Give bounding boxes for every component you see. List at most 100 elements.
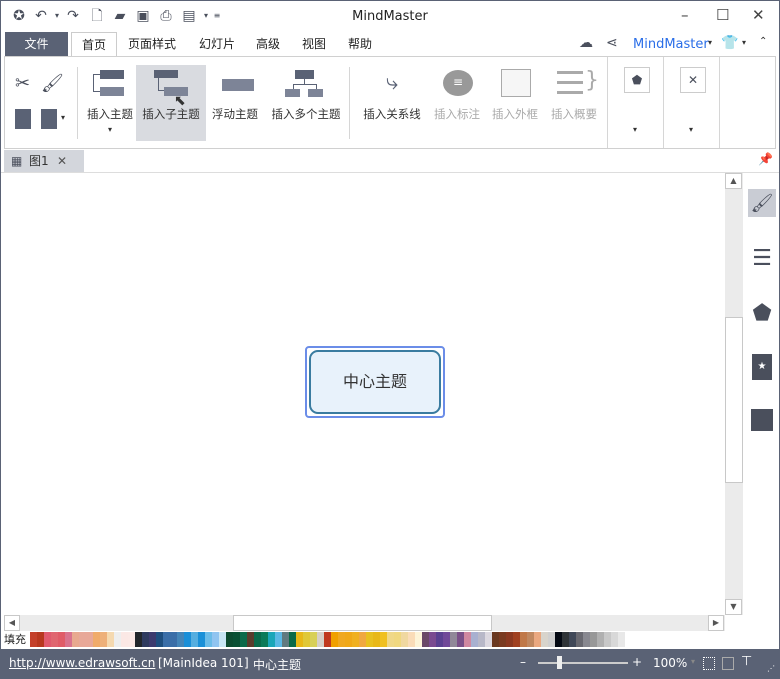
color-swatch[interactable] (520, 632, 527, 647)
color-swatch[interactable] (457, 632, 464, 647)
color-swatch[interactable] (177, 632, 184, 647)
color-swatch[interactable] (324, 632, 331, 647)
color-swatch[interactable] (135, 632, 142, 647)
color-swatch[interactable] (366, 632, 373, 647)
fit-page-icon[interactable] (703, 657, 715, 670)
presentation-icon[interactable]: ⊤ (741, 654, 752, 669)
theme-shirt-icon[interactable]: 👕 (721, 35, 738, 51)
color-swatch[interactable] (170, 632, 177, 647)
account-menu[interactable]: MindMaster (633, 37, 709, 52)
color-swatch[interactable] (226, 632, 233, 647)
color-swatch[interactable] (289, 632, 296, 647)
color-swatch[interactable] (436, 632, 443, 647)
color-swatch[interactable] (359, 632, 366, 647)
color-swatch[interactable] (51, 632, 58, 647)
color-swatch[interactable] (534, 632, 541, 647)
color-swatch[interactable] (422, 632, 429, 647)
color-swatch[interactable] (429, 632, 436, 647)
color-swatch[interactable] (156, 632, 163, 647)
color-swatch[interactable] (597, 632, 604, 647)
color-swatch[interactable] (163, 632, 170, 647)
color-swatch[interactable] (317, 632, 324, 647)
color-swatch[interactable] (604, 632, 611, 647)
minimize-button[interactable]: – (681, 6, 689, 24)
color-swatch[interactable] (415, 632, 422, 647)
color-swatch[interactable] (478, 632, 485, 647)
color-swatch[interactable] (254, 632, 261, 647)
layout-dropdown-icon[interactable]: ▾ (689, 125, 693, 134)
cloud-icon[interactable]: ☁ (579, 35, 593, 51)
horizontal-scrollbar[interactable]: ◀ ▶ (4, 615, 725, 631)
zoom-level[interactable]: 100% (653, 656, 687, 670)
color-swatch[interactable] (541, 632, 548, 647)
color-swatch[interactable] (261, 632, 268, 647)
scroll-down-button[interactable]: ▼ (725, 599, 742, 615)
collapse-ribbon-icon[interactable]: ⌃ (759, 36, 767, 47)
color-swatch[interactable] (373, 632, 380, 647)
color-swatch[interactable] (128, 632, 135, 647)
zoom-slider-track[interactable] (538, 662, 628, 664)
close-button[interactable]: ✕ (752, 6, 765, 24)
tab-view[interactable]: 视图 (295, 32, 333, 56)
paste-dropdown-icon[interactable]: ▾ (61, 113, 65, 122)
color-swatch[interactable] (387, 632, 394, 647)
color-swatch[interactable] (37, 632, 44, 647)
vertical-scrollbar[interactable]: ▲ ▼ (725, 173, 743, 615)
copy-icon[interactable] (15, 109, 31, 129)
color-swatch[interactable] (121, 632, 128, 647)
color-swatch[interactable] (590, 632, 597, 647)
close-tab-icon[interactable]: ✕ (57, 150, 67, 172)
color-swatch[interactable] (30, 632, 37, 647)
color-swatch[interactable] (114, 632, 121, 647)
cut-icon[interactable]: ✂ (15, 73, 30, 94)
document-tab[interactable]: ▦ 图1 ✕ (4, 150, 84, 172)
scroll-right-button[interactable]: ▶ (708, 615, 724, 631)
tab-page-style[interactable]: 页面样式 (121, 32, 183, 56)
vertical-scroll-thumb[interactable] (725, 317, 743, 483)
color-swatch[interactable] (107, 632, 114, 647)
website-link[interactable]: http://www.edrawsoft.cn (9, 656, 155, 670)
color-swatch[interactable] (303, 632, 310, 647)
color-swatch[interactable] (240, 632, 247, 647)
insert-summary-button[interactable]: } 插入概要 (545, 65, 603, 140)
color-swatch[interactable] (86, 632, 93, 647)
clipart-dropdown-icon[interactable]: ▾ (633, 125, 637, 134)
maximize-button[interactable]: ☐ (716, 6, 729, 24)
scroll-up-button[interactable]: ▲ (725, 173, 742, 189)
color-swatch[interactable] (583, 632, 590, 647)
color-swatch[interactable] (331, 632, 338, 647)
color-swatch[interactable] (394, 632, 401, 647)
color-swatch[interactable] (100, 632, 107, 647)
color-swatch[interactable] (352, 632, 359, 647)
color-swatch[interactable] (618, 632, 625, 647)
color-swatch[interactable] (527, 632, 534, 647)
color-swatch[interactable] (408, 632, 415, 647)
color-swatch[interactable] (247, 632, 254, 647)
color-swatch[interactable] (401, 632, 408, 647)
fit-width-icon[interactable] (722, 657, 734, 670)
color-swatch[interactable] (142, 632, 149, 647)
color-swatch[interactable] (310, 632, 317, 647)
zoom-out-button[interactable]: – (520, 655, 526, 669)
color-swatch[interactable] (72, 632, 79, 647)
color-swatch[interactable] (198, 632, 205, 647)
color-swatch[interactable] (282, 632, 289, 647)
tab-slides[interactable]: 幻灯片 (191, 32, 243, 56)
layout-icon[interactable]: ✕ (680, 67, 706, 93)
format-painter-icon[interactable]: 🖌 (41, 73, 64, 94)
color-swatch[interactable] (296, 632, 303, 647)
color-swatch[interactable] (450, 632, 457, 647)
mark-icon[interactable]: ★ (748, 353, 776, 381)
color-swatch[interactable] (212, 632, 219, 647)
share-icon[interactable]: ⋖ (606, 35, 618, 51)
insert-multiple-topics-button[interactable]: 插入多个主题 (267, 65, 345, 140)
color-swatch[interactable] (268, 632, 275, 647)
central-topic[interactable]: 中心主题 (305, 346, 445, 418)
color-swatch[interactable] (569, 632, 576, 647)
insert-subtopic-button[interactable]: 插入子主题 ⬉ (136, 65, 206, 141)
zoom-dropdown-icon[interactable]: ▾ (691, 657, 695, 666)
scroll-left-button[interactable]: ◀ (4, 615, 20, 631)
color-swatch[interactable] (219, 632, 226, 647)
color-swatch[interactable] (555, 632, 562, 647)
color-swatch[interactable] (65, 632, 72, 647)
